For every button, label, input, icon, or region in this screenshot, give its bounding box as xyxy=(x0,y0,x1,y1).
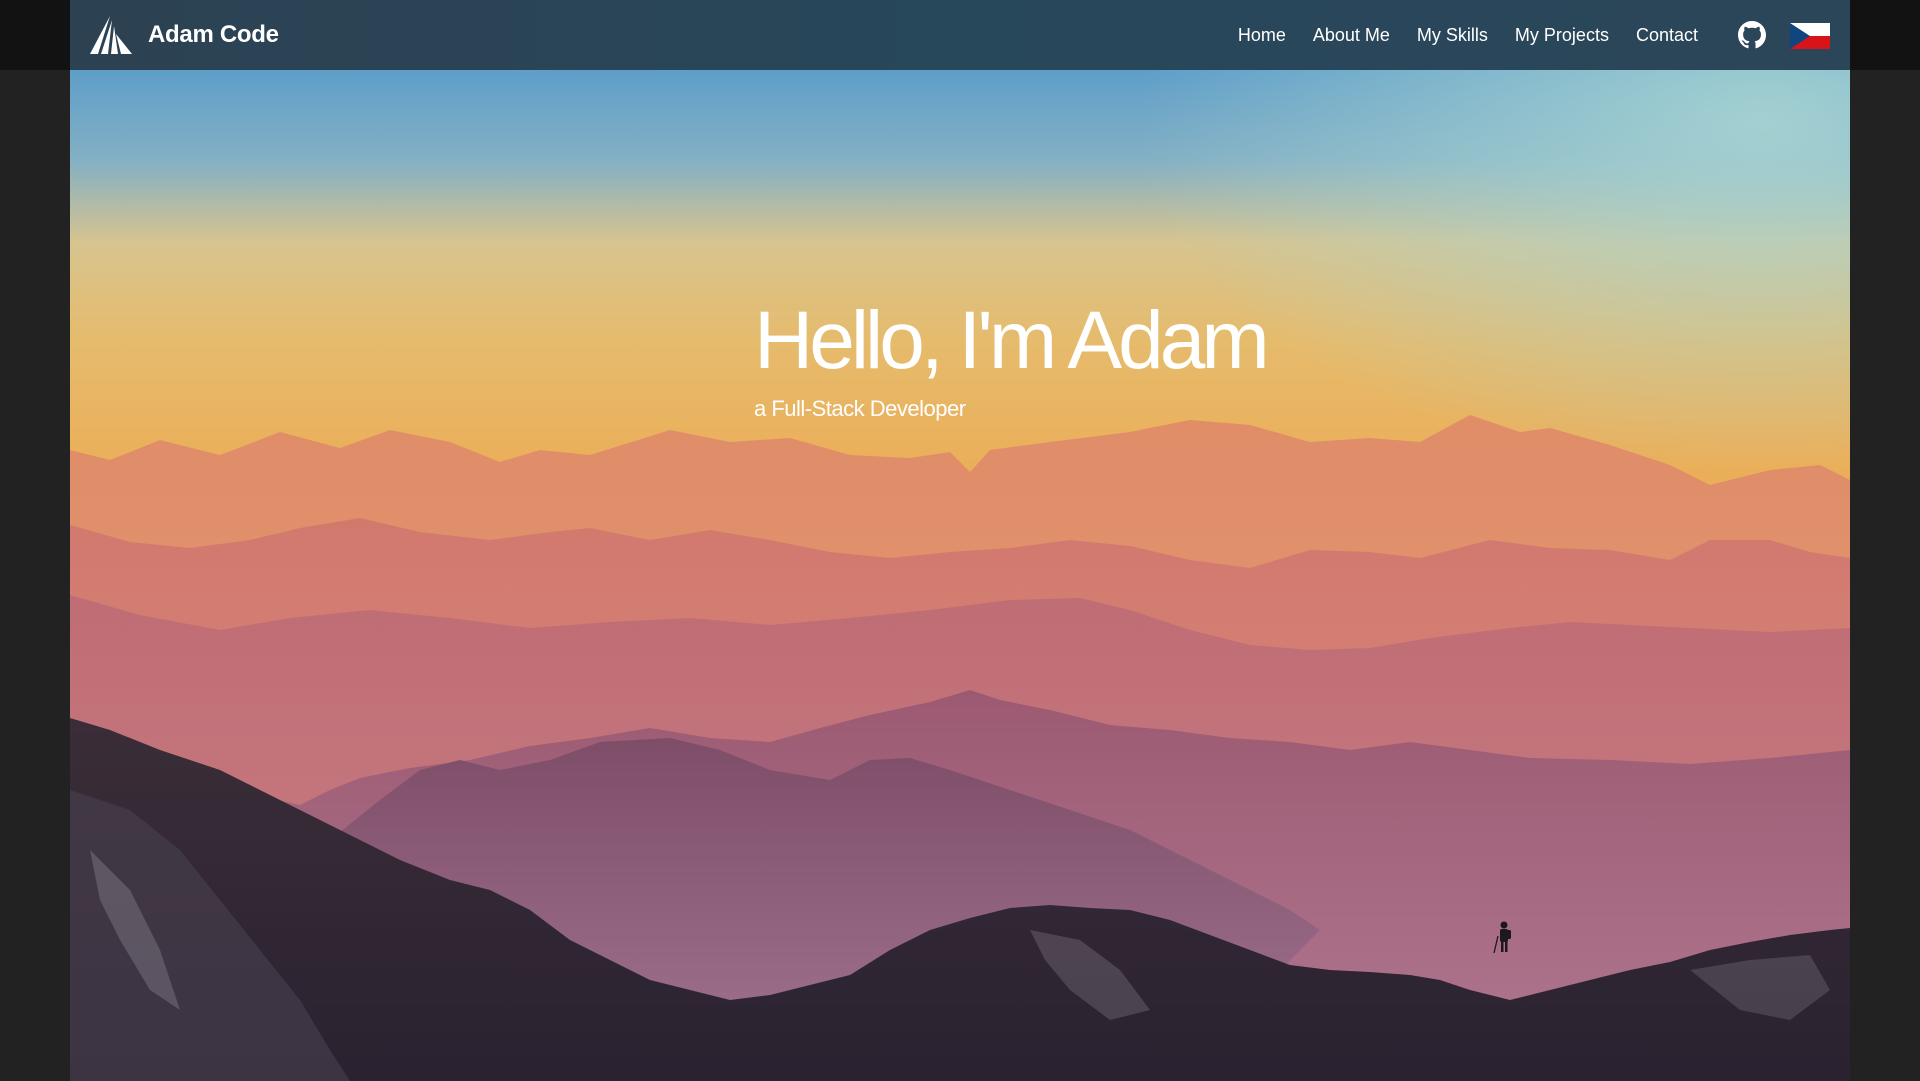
nav-links: Home About Me My Skills My Projects Cont… xyxy=(1211,0,1698,70)
nav-link-contact[interactable]: Contact xyxy=(1636,25,1698,46)
brand-name: Adam Code xyxy=(148,21,279,48)
czech-flag-icon[interactable] xyxy=(1790,23,1830,49)
page-frame: Adam Code Home About Me My Skills My Pro… xyxy=(70,0,1850,1081)
navbar: Adam Code Home About Me My Skills My Pro… xyxy=(70,0,1850,70)
mountain-sunset-background xyxy=(70,70,1850,1081)
brand-link[interactable]: Adam Code xyxy=(88,14,279,56)
github-icon[interactable] xyxy=(1738,21,1766,49)
nav-link-home[interactable]: Home xyxy=(1238,25,1286,46)
nav-link-about-me[interactable]: About Me xyxy=(1313,25,1390,46)
nav-link-my-projects[interactable]: My Projects xyxy=(1515,25,1609,46)
hero-subtitle: a Full-Stack Developer xyxy=(754,396,966,421)
hero-text: Hello, I'm Adam a Full-Stack Developer xyxy=(754,295,1270,422)
hero-section: Hello, I'm Adam a Full-Stack Developer xyxy=(70,70,1850,1081)
sail-logo-icon xyxy=(90,16,132,54)
hero-title: Hello, I'm Adam xyxy=(754,295,1270,386)
nav-link-my-skills[interactable]: My Skills xyxy=(1417,25,1488,46)
